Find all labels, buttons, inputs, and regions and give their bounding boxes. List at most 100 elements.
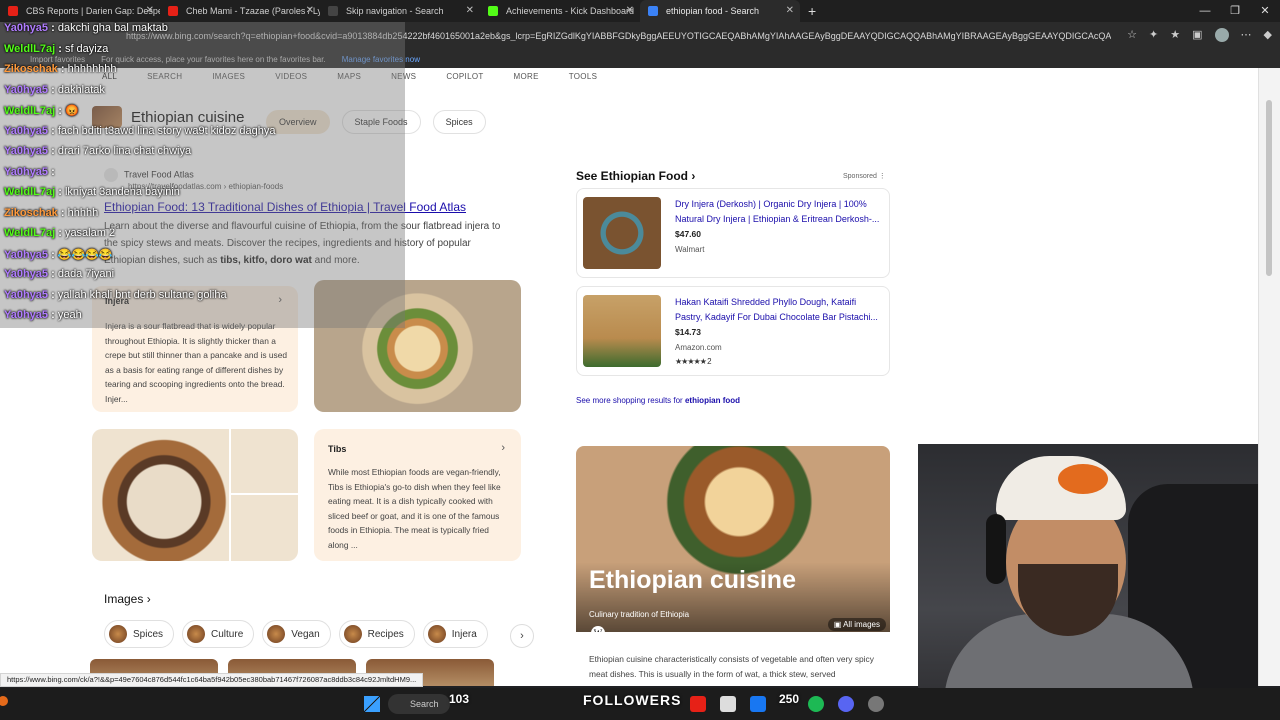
nav-tools[interactable]: TOOLS (569, 72, 597, 81)
product-name[interactable]: Dry Injera (Derkosh) | Organic Dry Injer… (675, 197, 883, 226)
chat-message: Ya0hya5 : dakchi gha bal maktab (4, 22, 168, 34)
chip-thumb (343, 625, 362, 643)
chat-message: Ya0hya5 : yallah khali bnt derb sultane … (4, 289, 227, 301)
spotify-icon[interactable] (808, 696, 824, 712)
minimize-icon[interactable]: — (1190, 0, 1220, 22)
youtube-icon[interactable] (690, 696, 706, 712)
product-store: Walmart (675, 245, 705, 254)
images-heading[interactable]: Images › (104, 592, 151, 606)
shopping-item[interactable]: Hakan Kataifi Shredded Phyllo Dough, Kat… (576, 286, 890, 376)
chips-next-button[interactable]: › (510, 624, 534, 648)
chat-message: WeldlL7aj : lkniyat 3andena bayinin (4, 186, 180, 198)
browser-tab-active[interactable]: ethiopian food - Search ✕ (640, 0, 800, 22)
injera-text: Injera is a sour flatbread that is widel… (105, 321, 288, 404)
chip-injera[interactable]: Injera (422, 620, 488, 648)
close-window-icon[interactable]: ✕ (1250, 0, 1280, 22)
collections-icon[interactable]: ▣ (1192, 28, 1202, 42)
chip-spices[interactable]: Spices (104, 620, 175, 648)
profile-avatar[interactable] (1214, 28, 1229, 42)
baseball-cap (996, 456, 1126, 520)
chip-label: Culture (211, 628, 244, 640)
chat-separator: : (55, 186, 65, 198)
chat-separator: : (48, 145, 58, 157)
chat-text: hhhhhhhh (67, 63, 117, 75)
chat-text: yeah (57, 309, 82, 321)
chat-username: Zikoschak (4, 206, 58, 219)
windows-start-icon[interactable] (364, 696, 380, 712)
close-tab-icon[interactable]: ✕ (306, 5, 314, 16)
taskbar-icons-right (808, 696, 884, 712)
amazon-icon[interactable] (720, 696, 736, 712)
facebook-icon[interactable] (750, 696, 766, 712)
chat-text: yallah khali bnt derb sultane goliha (57, 288, 227, 301)
close-tab-icon[interactable]: ✕ (466, 5, 474, 16)
chat-text: 😡 (64, 105, 79, 117)
browser-tab[interactable]: Achievements - Kick Dashboard ✕ (480, 0, 640, 22)
nav-copilot[interactable]: COPILOT (446, 72, 483, 81)
chat-separator: : (48, 22, 58, 34)
window-controls: — ❐ ✕ (1190, 0, 1280, 22)
chat-username: Ya0hya5 (4, 145, 49, 157)
taskbar-icons (690, 696, 766, 712)
shopping-heading-text: See Ethiopian Food (576, 169, 689, 183)
browser-tab-strip: CBS Reports | Darien Gap: Despe ✕ Cheb Ma… (0, 0, 1280, 22)
nav-more[interactable]: MORE (514, 72, 539, 81)
chat-text: hhhhh (67, 206, 99, 219)
chip-culture[interactable]: Culture (182, 620, 255, 648)
favorite-star-icon[interactable]: ☆ (1127, 28, 1137, 42)
chip-label: Vegan (291, 628, 320, 640)
chat-username: Ya0hya5 (4, 309, 49, 321)
copilot-icon[interactable]: ◆ (1264, 28, 1272, 42)
scrollbar-thumb[interactable] (1266, 100, 1272, 276)
discord-icon[interactable] (838, 696, 854, 712)
favorites-icon[interactable]: ★ (1170, 28, 1180, 42)
chip-thumb (109, 625, 127, 643)
product-name[interactable]: Hakan Kataifi Shredded Phyllo Dough, Kat… (675, 295, 883, 324)
close-tab-icon[interactable]: ✕ (626, 5, 634, 16)
chip-thumb (427, 625, 446, 643)
tibs-title: Tibs (328, 444, 347, 454)
chip-recipes[interactable]: Recipes (338, 620, 415, 648)
browser-tab[interactable]: CBS Reports | Darien Gap: Despe ✕ (0, 0, 160, 22)
chip-label: Injera (451, 628, 477, 640)
shopping-heading[interactable]: See Ethiopian Food › (576, 169, 695, 183)
chat-username: Ya0hya5 (4, 22, 49, 34)
settings-icon[interactable] (868, 696, 884, 712)
menu-icon[interactable]: ⋯ (1241, 28, 1252, 42)
follower-count-right: 250 (779, 692, 800, 706)
address-bar-icons: ☆ ✦ ★ ▣ ⋯ ◆ (1127, 28, 1272, 42)
close-tab-icon[interactable]: ✕ (786, 5, 794, 16)
tab-spices[interactable]: Spices (432, 110, 486, 134)
chip-thumb (187, 625, 206, 643)
chat-message: Ya0hya5 : dakhlatak (4, 84, 105, 96)
tibs-card[interactable]: Tibs › While most Ethiopian foods are ve… (314, 429, 521, 561)
extension-icon[interactable]: ✦ (1149, 28, 1158, 42)
chat-text: drari 7arko lina chat chwiya (57, 145, 192, 157)
injera-platter-image[interactable] (92, 429, 298, 561)
browser-tab[interactable]: Skip navigation - Search ✕ (320, 0, 480, 22)
chat-text: 😂😂😂😂 (57, 248, 113, 261)
maximize-icon[interactable]: ❐ (1220, 0, 1250, 22)
tab-title: CBS Reports | Darien Gap: Despe (26, 6, 160, 16)
browser-tab[interactable]: Cheb Mami - Tzazae (Paroles / Ly ✕ (160, 0, 320, 22)
shopping-item[interactable]: Dry Injera (Derkosh) | Organic Dry Injer… (576, 188, 890, 278)
new-tab-button[interactable]: + (808, 3, 816, 19)
product-price: $14.73 (675, 327, 701, 337)
chat-message: WeldlL7aj : sf dayiza (4, 43, 108, 55)
images-heading-text: Images (104, 592, 144, 606)
taskbar-search[interactable]: Search (388, 694, 450, 714)
product-price: $47.60 (675, 229, 701, 239)
sponsored-label: Sponsored ⋮ (843, 173, 886, 180)
chat-message: Ya0hya5 : dada 7iyani (4, 268, 114, 280)
page-scrollbar[interactable] (1258, 68, 1280, 686)
close-tab-icon[interactable]: ✕ (146, 5, 154, 16)
knowledge-hero-image[interactable]: Ethiopian cuisine Culinary tradition of … (576, 446, 890, 632)
see-more-shopping-link[interactable]: See more shopping results for ethiopian … (576, 396, 740, 405)
chat-message: Ya0hya5 : fach bditi t3awd lina story wa… (4, 125, 276, 137)
all-images-button[interactable]: ▣ All images (827, 618, 886, 631)
chip-vegan[interactable]: Vegan (262, 620, 331, 648)
chip-label: Spices (133, 628, 164, 640)
chat-text: fach bditi t3awd lina story wa9t kidoz d… (57, 124, 276, 137)
chat-separator: : (55, 227, 65, 239)
chat-username: Ya0hya5 (4, 124, 49, 137)
